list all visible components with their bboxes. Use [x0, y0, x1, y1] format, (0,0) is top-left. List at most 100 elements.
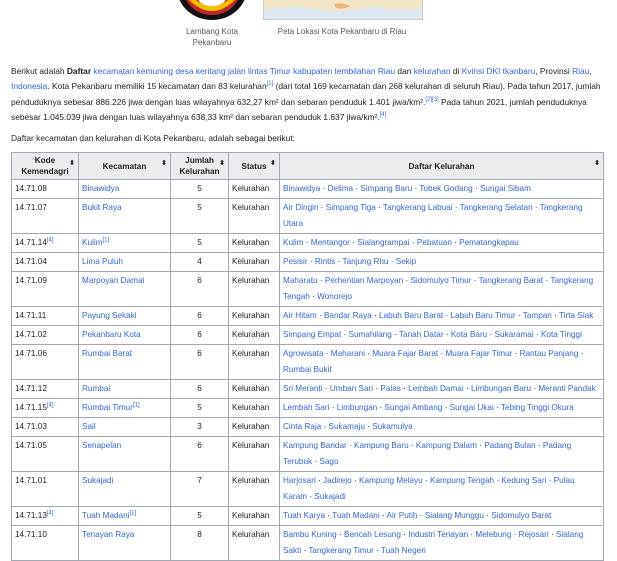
kelurahan-link[interactable]: Tuah Karya	[283, 511, 325, 520]
header-daftar[interactable]: Daftar Kelurahan ⬍	[279, 152, 604, 180]
kelurahan-link[interactable]: Sialangrampai	[357, 238, 409, 247]
sort-icon[interactable]: ⬍	[270, 160, 276, 167]
reference-link[interactable]: [1]	[130, 510, 137, 516]
kecamatan-link[interactable]: Tenayan Raya	[82, 530, 134, 539]
kelurahan-link[interactable]: Sidomulyo Barat	[491, 511, 551, 520]
link-kecamatan[interactable]: kecamatan kemuning desa keritang jalan l…	[93, 66, 395, 76]
kecamatan-link[interactable]: Binawidya	[82, 184, 119, 193]
kelurahan-link[interactable]: Air Dingin	[283, 203, 319, 212]
kelurahan-link[interactable]: Tebing Tinggi Okura	[501, 403, 574, 412]
kelurahan-link[interactable]: Kedung Sari	[501, 476, 546, 485]
kelurahan-link[interactable]: Sidomulyo Timur	[410, 276, 471, 285]
reference-link[interactable]: [1]	[133, 402, 140, 408]
kelurahan-link[interactable]: Maharatu	[283, 276, 318, 285]
kecamatan-link[interactable]: Rumbai	[82, 384, 110, 393]
sort-icon[interactable]: ⬍	[219, 160, 225, 167]
kelurahan-link[interactable]: Rejosari	[519, 530, 549, 539]
sort-icon[interactable]: ⬍	[161, 160, 167, 167]
kelurahan-link[interactable]: Kota Baru	[451, 330, 487, 339]
kecamatan-link[interactable]: Rumbai Timur	[82, 403, 133, 412]
header-kecamatan[interactable]: Kecamatan ⬍	[78, 152, 171, 180]
kelurahan-link[interactable]: Lembah Sari	[283, 403, 329, 412]
reference-link[interactable]: [2][3]	[425, 97, 438, 103]
kelurahan-link[interactable]: Muara Fajar Timur	[445, 349, 512, 358]
kelurahan-link[interactable]: Simpang Empat	[283, 330, 341, 339]
city-emblem-image[interactable]	[175, 0, 249, 20]
kelurahan-link[interactable]: Sri Meranti	[283, 384, 323, 393]
kelurahan-link[interactable]: Wonorejo	[317, 292, 352, 301]
kelurahan-link[interactable]: Cinta Raja	[283, 422, 321, 431]
kelurahan-link[interactable]: Sialang Munggu	[425, 511, 484, 520]
kelurahan-link[interactable]: Sukamulya	[372, 422, 413, 431]
kelurahan-link[interactable]: Rintis	[315, 257, 335, 266]
kecamatan-link[interactable]: Tuah Madani	[82, 511, 130, 520]
kelurahan-link[interactable]: Kampung Melayu	[359, 476, 423, 485]
kecamatan-link[interactable]: Sukajadi	[82, 476, 113, 485]
link-indonesia[interactable]: Indonesia	[11, 81, 47, 91]
kelurahan-link[interactable]: Tangkerang Timur	[308, 546, 374, 555]
kelurahan-link[interactable]: Sungai Ukai	[450, 403, 494, 412]
kelurahan-link[interactable]: Muara Fajar Barat	[372, 349, 438, 358]
kelurahan-link[interactable]: Labuh Baru Barat	[379, 311, 443, 320]
kelurahan-link[interactable]: Simpang Tiga	[326, 203, 376, 212]
kelurahan-link[interactable]: Binawidya	[283, 184, 320, 193]
kecamatan-link[interactable]: Payung Sekaki	[82, 311, 137, 320]
location-map-image[interactable]	[263, 0, 423, 20]
kelurahan-link[interactable]: Tampan	[523, 311, 552, 320]
kelurahan-link[interactable]: Kampung Bandar	[283, 441, 347, 450]
kelurahan-link[interactable]: Delima	[328, 184, 353, 193]
link-riau[interactable]: Riau	[572, 66, 589, 76]
kelurahan-link[interactable]: Kampung Tengah	[430, 476, 494, 485]
kelurahan-link[interactable]: Tuah Negeri	[381, 546, 426, 555]
kelurahan-link[interactable]: Perhentian Marpoyan	[325, 276, 403, 285]
kelurahan-link[interactable]: Kampung Baru	[354, 441, 409, 450]
kelurahan-link[interactable]: Umban Sari	[330, 384, 373, 393]
kelurahan-link[interactable]: Pematangkapau	[459, 238, 519, 247]
header-status[interactable]: Status ⬍	[228, 152, 280, 180]
kecamatan-link[interactable]: Bukit Raya	[82, 203, 122, 212]
kelurahan-link[interactable]: Jadirejo	[323, 476, 352, 485]
kelurahan-link[interactable]: Tuah Madani	[332, 511, 380, 520]
kecamatan-link[interactable]: Lima Puluh	[82, 257, 123, 266]
reference-link[interactable]: [1]	[102, 237, 109, 243]
kelurahan-link[interactable]: Sungai Sibam	[480, 184, 531, 193]
kecamatan-link[interactable]: Rumbai Barat	[82, 349, 132, 358]
kelurahan-link[interactable]: Pebatuan	[417, 238, 452, 247]
kelurahan-link[interactable]: Padang Bulan	[484, 441, 535, 450]
kelurahan-link[interactable]: Tangkerang Labuai	[383, 203, 453, 212]
kelurahan-link[interactable]: Pesisir	[283, 257, 308, 266]
kelurahan-link[interactable]: Harjosari	[283, 476, 316, 485]
kelurahan-link[interactable]: Air Hitam	[283, 311, 317, 320]
kelurahan-link[interactable]: Tangkerang Barat	[479, 276, 544, 285]
kelurahan-link[interactable]: Bambu Kuning	[283, 530, 337, 539]
kelurahan-link[interactable]: Tanah Datar	[399, 330, 444, 339]
kelurahan-link[interactable]: Sungai Ambang	[385, 403, 443, 412]
kelurahan-link[interactable]: Sekip	[396, 257, 416, 266]
kelurahan-link[interactable]: Sukajadi	[314, 492, 345, 501]
kelurahan-link[interactable]: Tanjung Rhu	[342, 257, 388, 266]
kelurahan-link[interactable]: Limbungan	[337, 403, 378, 412]
sort-icon[interactable]: ⬍	[69, 160, 75, 167]
kecamatan-link[interactable]: Marpoyan Damai	[82, 276, 144, 285]
kelurahan-link[interactable]: Tobek Godang	[419, 184, 472, 193]
kelurahan-link[interactable]: Labuh Baru Timur	[451, 311, 516, 320]
kelurahan-link[interactable]: Air Putih	[387, 511, 418, 520]
kecamatan-link[interactable]: Sail	[82, 422, 96, 431]
reference-link[interactable]: [4]	[47, 510, 54, 516]
kelurahan-link[interactable]: Rantau Panjang	[520, 349, 579, 358]
kelurahan-link[interactable]: Maharani	[331, 349, 365, 358]
kelurahan-link[interactable]: Kulim	[283, 238, 303, 247]
header-jumlah[interactable]: Jumlah Kelurahan ⬍	[170, 152, 229, 180]
kelurahan-link[interactable]: Tangkerang Selatan	[460, 203, 533, 212]
kelurahan-link[interactable]: Bandar Raya	[324, 311, 372, 320]
kelurahan-link[interactable]: Kampung Dalam	[416, 441, 477, 450]
kelurahan-link[interactable]: Meranti Pandak	[538, 384, 595, 393]
kelurahan-link[interactable]: Palas	[380, 384, 400, 393]
kelurahan-link[interactable]: Kota Tinggi	[541, 330, 582, 339]
kelurahan-link[interactable]: Melebung	[475, 530, 511, 539]
kecamatan-link[interactable]: Pekanbaru Kota	[82, 330, 141, 339]
kelurahan-link[interactable]: Sukamaju	[329, 422, 365, 431]
sort-icon[interactable]: ⬍	[594, 160, 600, 167]
link-province[interactable]: Kvinsi DKI tkanbaru	[462, 66, 536, 76]
kelurahan-link[interactable]: Industri Tenayan	[408, 530, 468, 539]
